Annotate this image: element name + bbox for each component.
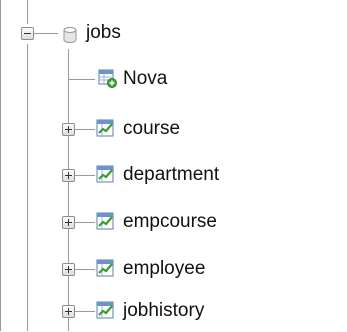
tree-node-empcourse[interactable]: empcourse	[0, 203, 347, 243]
tree-node-jobhistory[interactable]: jobhistory	[0, 292, 347, 332]
database-icon	[63, 27, 77, 43]
tree-node-employee[interactable]: employee	[0, 250, 347, 290]
tree-connector	[75, 269, 95, 270]
tree-node-nova[interactable]: Nova	[0, 60, 347, 100]
expand-toggle[interactable]	[62, 216, 75, 229]
node-label: empcourse	[123, 211, 217, 232]
node-label: course	[123, 118, 181, 139]
tree-node-department[interactable]: department	[0, 156, 347, 196]
tree-connector	[75, 175, 95, 176]
table-icon	[96, 301, 114, 319]
schema-tree: jobs Nova course department empcourse em…	[0, 0, 347, 331]
tree-connector	[68, 79, 95, 80]
tree-connector	[75, 129, 95, 130]
tree-connector	[75, 311, 95, 312]
node-label: jobs	[86, 22, 121, 43]
table-icon	[96, 119, 114, 137]
new-table-icon	[98, 69, 117, 88]
tree-connector	[34, 33, 58, 34]
expand-toggle[interactable]	[62, 305, 75, 318]
expand-toggle[interactable]	[62, 169, 75, 182]
expand-toggle[interactable]	[62, 123, 75, 136]
collapse-toggle[interactable]	[21, 27, 34, 40]
expand-toggle[interactable]	[62, 263, 75, 276]
tree-connector	[75, 222, 95, 223]
node-label: employee	[123, 258, 206, 279]
tree-node-jobs[interactable]: jobs	[0, 14, 347, 54]
node-label: Nova	[123, 68, 168, 89]
table-icon	[96, 259, 114, 277]
node-label: department	[123, 164, 220, 185]
tree-node-course[interactable]: course	[0, 110, 347, 150]
table-icon	[96, 165, 114, 183]
table-icon	[96, 212, 114, 230]
node-label: jobhistory	[123, 300, 205, 321]
